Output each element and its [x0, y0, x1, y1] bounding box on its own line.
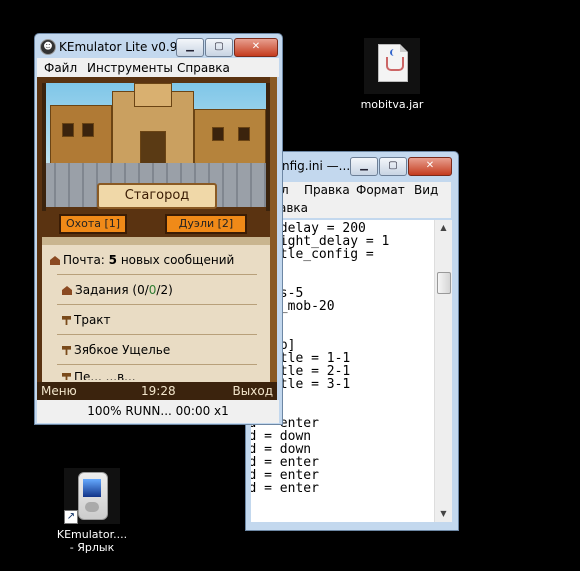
menu-file[interactable]: Файл	[44, 61, 77, 75]
softkey-exit[interactable]: Выход	[233, 382, 273, 400]
gorge-item[interactable]: Зябкое Ущелье	[62, 343, 170, 357]
game-screen[interactable]: Стагород Охота [1] Дуэли [2] Почта: 5 но…	[37, 77, 277, 400]
road-item[interactable]: Тракт	[62, 313, 111, 327]
notepad-title: nfig.ini —...	[282, 159, 351, 173]
clock: 19:28	[141, 384, 176, 398]
shortcut-arrow-icon: ↗	[64, 510, 78, 524]
minimize-button[interactable]: ▁	[350, 157, 378, 176]
menu-view[interactable]: Вид	[414, 183, 438, 197]
signpost-icon	[62, 316, 71, 325]
kemulator-shortcut-icon: ↗	[64, 468, 120, 524]
game-menu-panel: Почта: 5 новых сообщений Задания (0/0/2)…	[42, 237, 270, 400]
house-icon	[50, 256, 60, 265]
close-button[interactable]: ✕	[408, 157, 452, 176]
quests-item[interactable]: Задания (0/0/2)	[62, 283, 173, 297]
java-jar-icon	[364, 38, 420, 94]
softkey-menu[interactable]: Меню	[41, 382, 77, 400]
desktop-icon-label-line1: KEmulator....	[56, 528, 128, 541]
mail-item[interactable]: Почта: 5 новых сообщений	[50, 253, 234, 267]
menu-tools[interactable]: Инструменты	[87, 61, 173, 75]
town-illustration	[42, 83, 270, 165]
desktop-icon-label-line2: - Ярлык	[69, 541, 115, 554]
duels-button[interactable]: Дуэли [2]	[165, 214, 247, 234]
minimize-button[interactable]: ▁	[176, 38, 204, 57]
game-scrollbar	[270, 77, 277, 382]
scroll-thumb[interactable]	[437, 272, 451, 294]
scroll-down-icon[interactable]: ▼	[435, 506, 452, 522]
desktop-icon-mobitva-jar[interactable]: mobitva.jar	[344, 38, 440, 111]
menu-format[interactable]: Формат	[356, 183, 405, 197]
softkey-bar: Меню 19:28 Выход	[37, 382, 277, 400]
desktop-icon-kemulator-shortcut[interactable]: ↗ KEmulator.... - Ярлык	[44, 468, 140, 554]
scroll-up-icon[interactable]: ▲	[435, 220, 452, 236]
menu-edit[interactable]: Правка	[304, 183, 350, 197]
kemulator-logo-icon: ☻	[40, 39, 56, 55]
house-icon	[62, 286, 72, 295]
kemulator-window[interactable]: ☻ KEmulator Lite v0.9.8 ▁ ▢ ✕ Файл Инструм…	[34, 33, 283, 425]
location-banner: Стагород	[97, 183, 217, 209]
menu-help[interactable]: Справка	[177, 61, 230, 75]
kemulator-menubar: Файл Инструменты Справка	[37, 58, 279, 77]
desktop-icon-label: mobitva.jar	[360, 98, 424, 111]
menu-help[interactable]: авка	[279, 201, 308, 215]
maximize-button[interactable]: ▢	[205, 38, 233, 57]
kemulator-title: KEmulator Lite v0.9.8	[59, 40, 189, 54]
hunt-button[interactable]: Охота [1]	[59, 214, 127, 234]
notepad-vertical-scrollbar[interactable]: ▲ ▼	[434, 220, 452, 522]
signpost-icon	[62, 346, 71, 355]
signpost-icon	[62, 373, 71, 380]
maximize-button[interactable]: ▢	[379, 157, 407, 176]
close-button[interactable]: ✕	[234, 38, 278, 57]
partial-list-item[interactable]: Пе... ...в...	[62, 370, 136, 380]
emulator-status-bar: 100% RUNN... 00:00 x1	[37, 400, 279, 423]
